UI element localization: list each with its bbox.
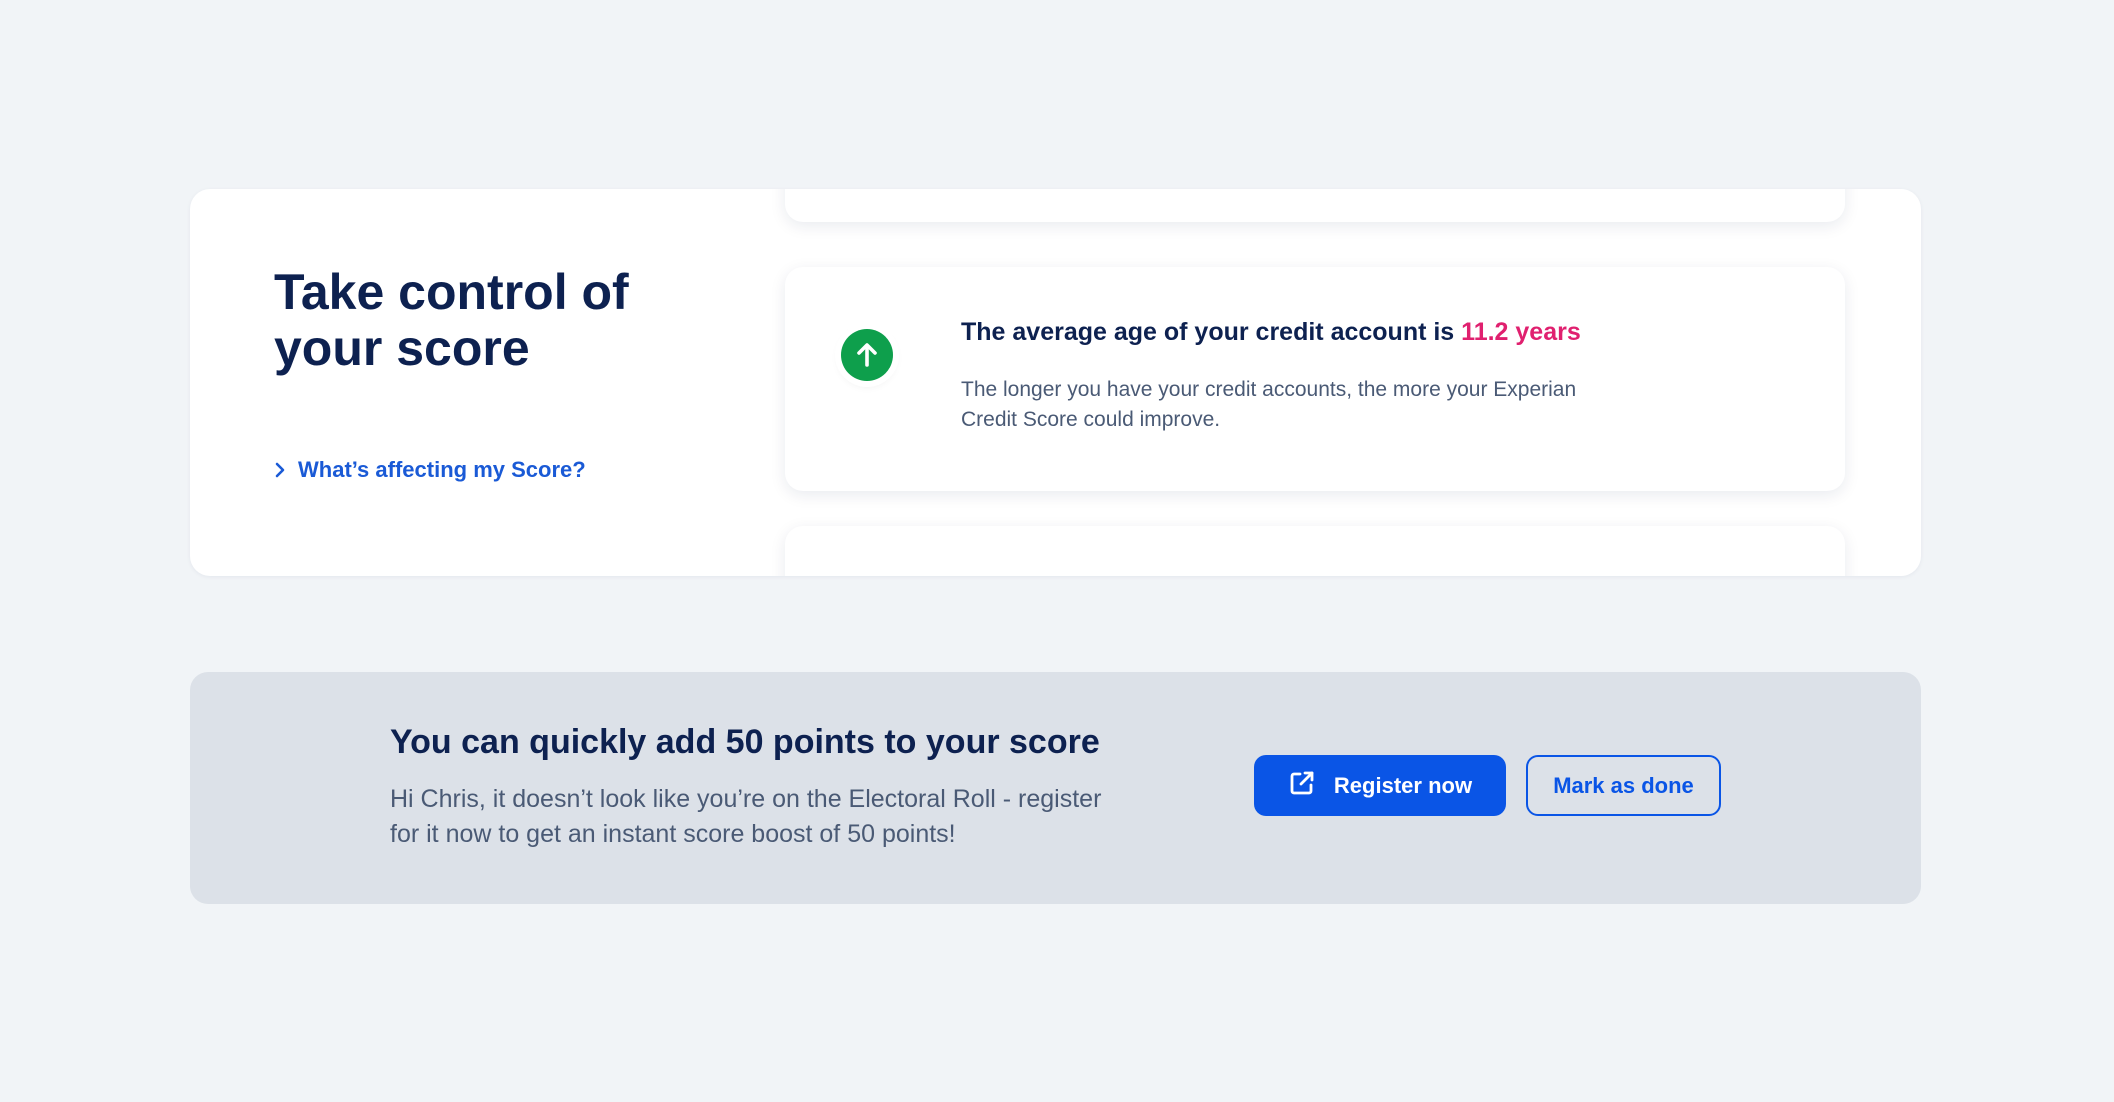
banner-description: Hi Chris, it doesn’t look like you’re on… bbox=[390, 785, 1102, 848]
score-card: Take control of your score What’s affect… bbox=[190, 189, 1921, 576]
whats-affecting-score-link[interactable]: What’s affecting my Score? bbox=[274, 457, 586, 483]
factor-heading: The average age of your credit account i… bbox=[961, 318, 1581, 347]
link-label: What’s affecting my Score? bbox=[298, 457, 586, 482]
factor-card-next bbox=[785, 526, 1845, 576]
factor-description: The longer you have your credit accounts… bbox=[961, 378, 1577, 431]
factor-value: 11.2 years bbox=[1461, 318, 1581, 346]
factor-card: The average age of your credit account i… bbox=[785, 267, 1845, 491]
factor-heading-text: The average age of your credit account i… bbox=[961, 318, 1455, 346]
card-title: Take control of your score bbox=[274, 264, 629, 376]
factor-card-previous bbox=[785, 189, 1845, 222]
register-now-button[interactable]: Register now bbox=[1254, 755, 1506, 816]
mark-as-done-button[interactable]: Mark as done bbox=[1526, 755, 1721, 816]
register-now-label: Register now bbox=[1333, 772, 1473, 798]
chevron-right-icon bbox=[274, 462, 286, 478]
electoral-roll-banner: You can quickly add 50 points to your sc… bbox=[190, 672, 1921, 904]
banner-title: You can quickly add 50 points to your sc… bbox=[390, 723, 1100, 761]
arrow-up-icon bbox=[841, 329, 893, 381]
external-link-icon bbox=[1288, 769, 1316, 803]
